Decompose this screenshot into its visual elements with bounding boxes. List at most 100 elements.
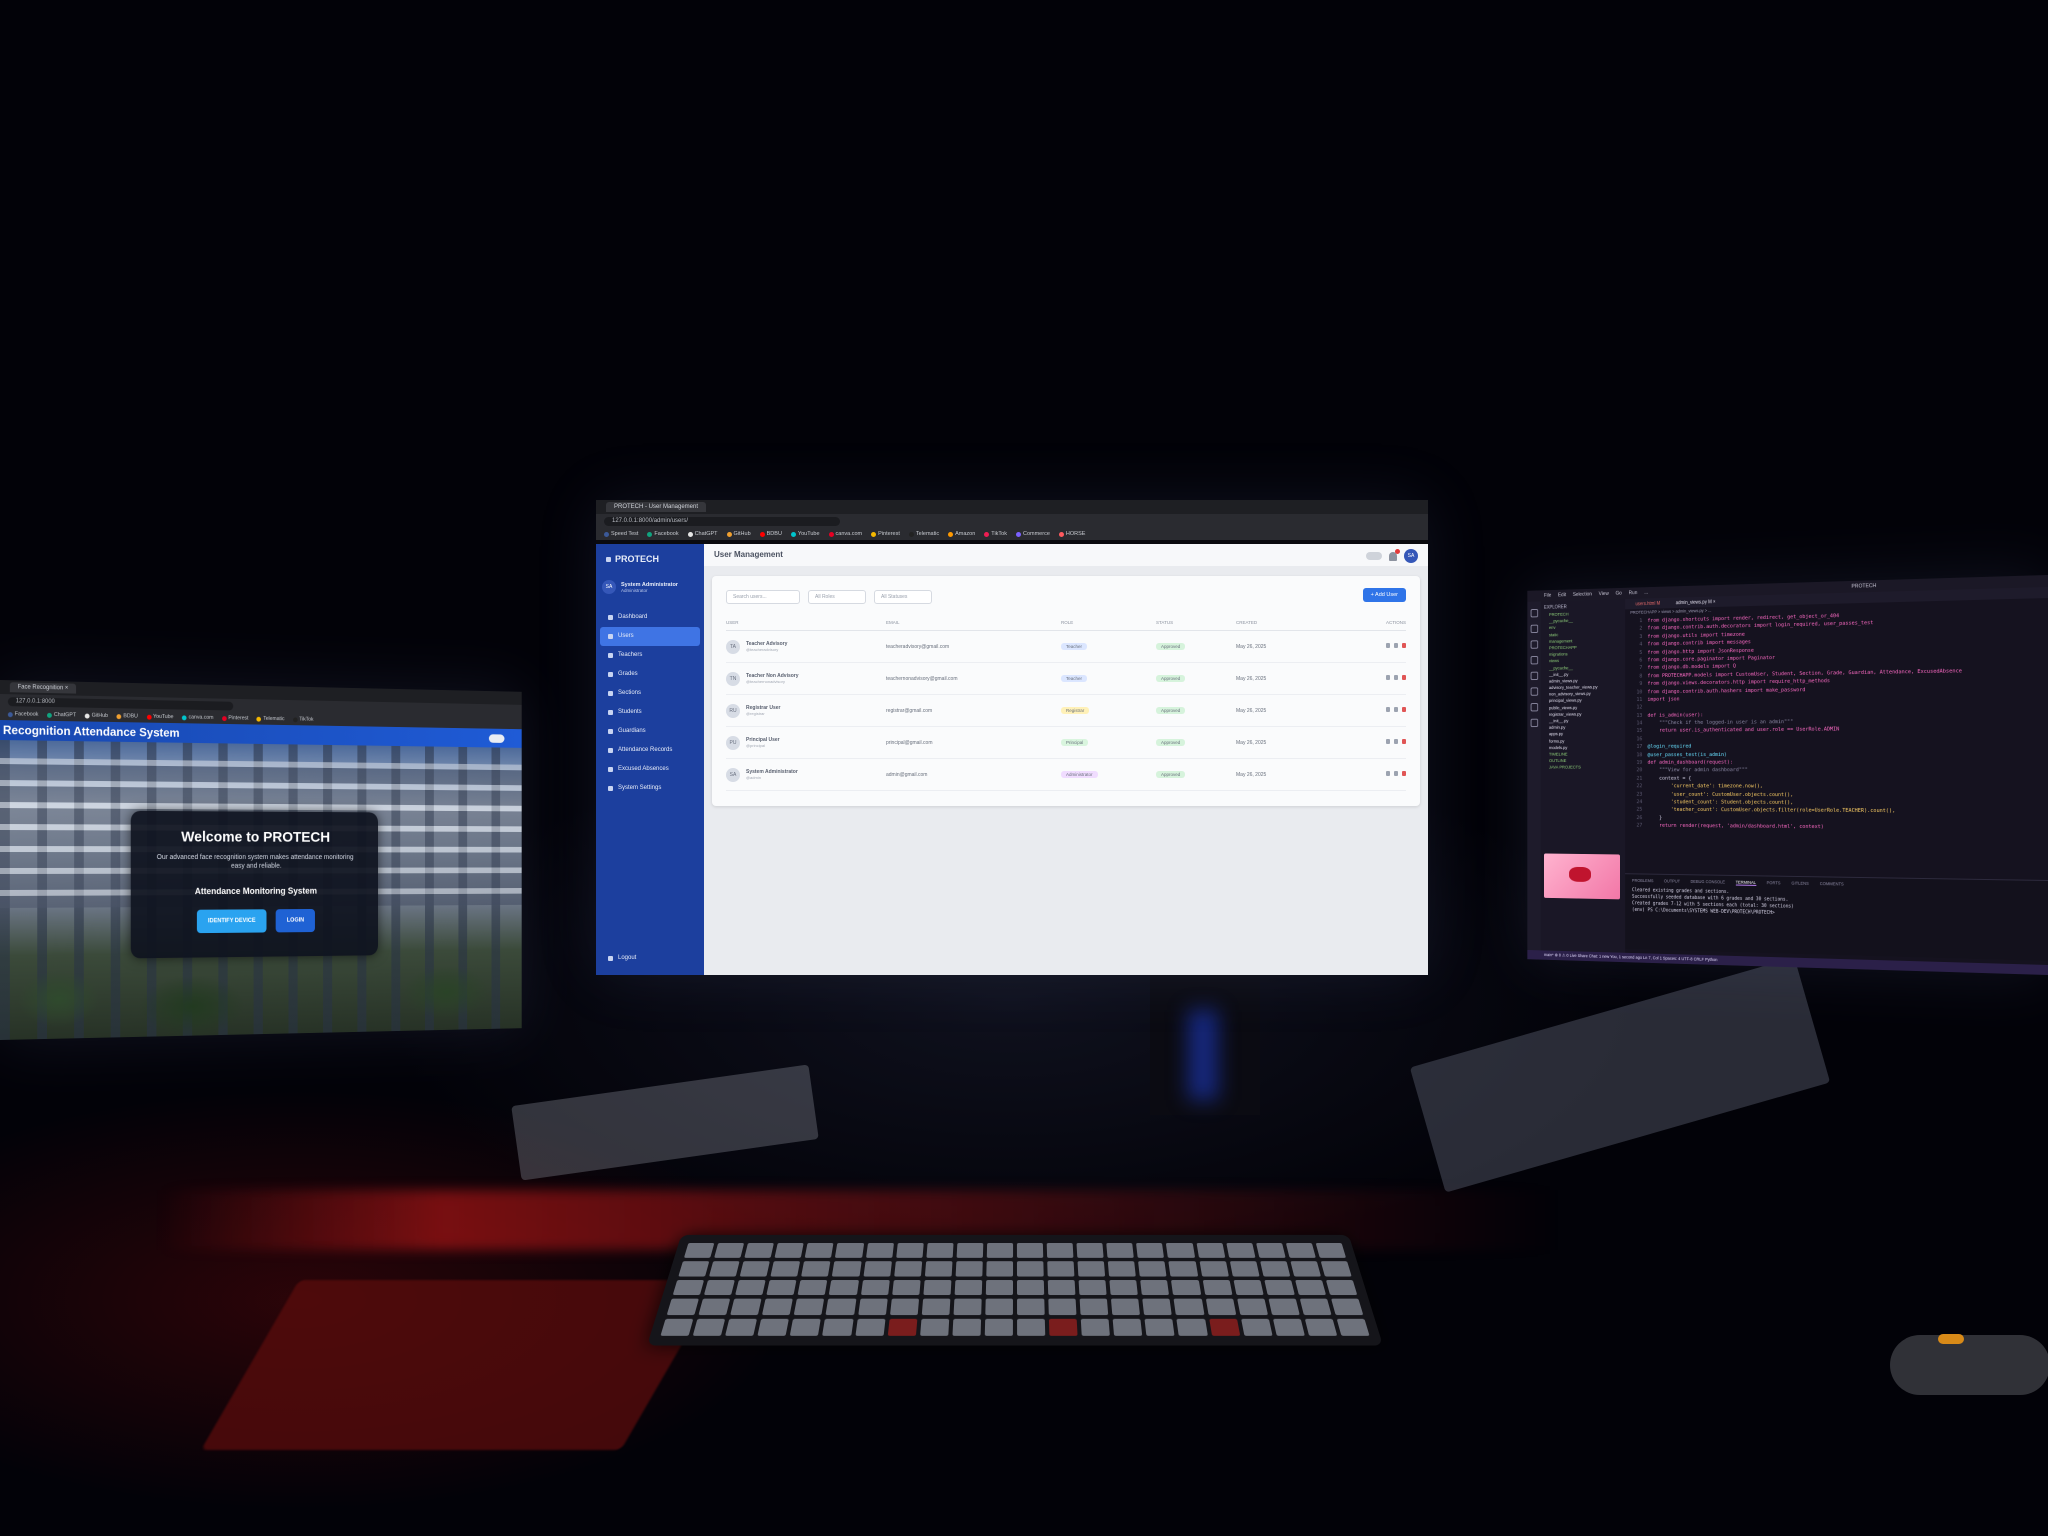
- status-filter-select[interactable]: All Statuses: [874, 590, 932, 604]
- sidebar-item-attendance-records[interactable]: Attendance Records: [596, 741, 704, 760]
- table-row[interactable]: RU Registrar User @registrar registrar@gmai…: [726, 695, 1406, 727]
- menu-item-0[interactable]: File: [1544, 593, 1551, 599]
- topbar-avatar[interactable]: SA: [1404, 549, 1418, 563]
- user-username: @admin: [746, 775, 761, 780]
- panel-tab-output[interactable]: OUTPUT: [1664, 879, 1680, 885]
- bookmark-item[interactable]: YouTube: [146, 714, 174, 720]
- sidebar-item-students[interactable]: Students: [596, 703, 704, 722]
- notification-bell-icon[interactable]: [1389, 548, 1400, 561]
- edit-icon[interactable]: [1394, 675, 1398, 680]
- bookmark-item[interactable]: canva.com: [181, 714, 213, 721]
- panel-tab-debug-console[interactable]: DEBUG CONSOLE: [1690, 879, 1725, 885]
- edit-icon[interactable]: [1394, 707, 1398, 712]
- files-icon[interactable]: [1530, 608, 1538, 618]
- bookmark-item[interactable]: Facebook: [7, 711, 38, 718]
- menu-item-3[interactable]: View: [1599, 591, 1609, 597]
- source-control-icon[interactable]: [1530, 640, 1538, 649]
- bookmark-item[interactable]: Facebook: [647, 531, 679, 537]
- line-number: 22: [1636, 783, 1643, 790]
- left-browser-tab[interactable]: Face Recognition ×: [9, 682, 76, 694]
- sidebar-item-system-settings[interactable]: System Settings: [596, 779, 704, 798]
- editor-tab[interactable]: users.html M: [1630, 600, 1665, 607]
- sidebar-item-teachers[interactable]: Teachers: [596, 646, 704, 665]
- menu-item-4[interactable]: Go: [1616, 591, 1622, 597]
- edit-icon[interactable]: [1394, 643, 1398, 648]
- remote-icon[interactable]: [1530, 687, 1538, 696]
- edit-icon[interactable]: [1394, 771, 1398, 776]
- sidebar-item-excused-absences[interactable]: Excused Absences: [596, 760, 704, 779]
- bookmark-item[interactable]: Pinterest: [221, 715, 248, 721]
- gitlens-icon[interactable]: [1530, 718, 1538, 728]
- identify-device-button[interactable]: IDENTIFY DEVICE: [196, 909, 267, 934]
- bookmark-item[interactable]: canva.com: [828, 531, 862, 537]
- bookmark-item[interactable]: HORSE: [1058, 531, 1085, 537]
- bookmark-item[interactable]: GitHub: [726, 531, 751, 537]
- delete-icon[interactable]: [1402, 771, 1406, 776]
- bookmark-item[interactable]: BDBU: [116, 713, 138, 719]
- center-browser-tab[interactable]: PROTECH - User Management: [606, 502, 707, 512]
- theme-toggle[interactable]: [488, 733, 505, 743]
- panel-tab-problems[interactable]: PROBLEMS: [1632, 878, 1654, 884]
- sidebar-item-sections[interactable]: Sections: [596, 684, 704, 703]
- table-row[interactable]: SA System Administrator @admin admin@gmail.…: [726, 759, 1406, 791]
- sidebar-item-dashboard[interactable]: Dashboard: [596, 608, 704, 627]
- bookmark-item[interactable]: Speed Test: [604, 531, 638, 537]
- sidebar-item-grades[interactable]: Grades: [596, 665, 704, 684]
- logout-link[interactable]: Logout: [608, 955, 636, 961]
- testing-icon[interactable]: [1530, 703, 1538, 712]
- search-icon[interactable]: [1530, 624, 1538, 634]
- bookmark-item[interactable]: Telematic: [908, 531, 939, 537]
- delete-icon[interactable]: [1402, 707, 1406, 712]
- run-debug-icon[interactable]: [1530, 655, 1538, 665]
- table-row[interactable]: PU Principal User @principal principal@gmai…: [726, 727, 1406, 759]
- delete-icon[interactable]: [1402, 675, 1406, 680]
- menu-item-1[interactable]: Edit: [1558, 592, 1566, 598]
- sidebar-item-icon: [608, 634, 613, 639]
- bookmark-item[interactable]: Pinterest: [871, 531, 900, 537]
- view-icon[interactable]: [1386, 739, 1390, 744]
- edit-icon[interactable]: [1394, 739, 1398, 744]
- sidebar-item-guardians[interactable]: Guardians: [596, 722, 704, 741]
- bookmark-item[interactable]: Commerce: [1015, 531, 1050, 537]
- editor-tab[interactable]: admin_views.py M ×: [1671, 599, 1721, 606]
- sidebar-item-users[interactable]: Users: [600, 627, 700, 646]
- keyboard-key: [1229, 1261, 1260, 1277]
- code-area[interactable]: 1 from django.shortcuts import render, re…: [1625, 607, 2048, 877]
- line-number: 17: [1636, 744, 1643, 750]
- role-filter-select[interactable]: All Roles: [808, 590, 866, 604]
- delete-icon[interactable]: [1402, 643, 1406, 648]
- bookmark-item[interactable]: GitHub: [84, 713, 108, 719]
- menu-item-5[interactable]: Run: [1629, 590, 1638, 596]
- bookmark-item[interactable]: Amazon: [948, 531, 975, 537]
- login-button[interactable]: LOGIN: [275, 908, 316, 933]
- dark-mode-toggle[interactable]: [1366, 552, 1382, 560]
- view-icon[interactable]: [1386, 771, 1390, 776]
- panel-tab-ports[interactable]: PORTS: [1767, 880, 1781, 886]
- panel-tab-comments[interactable]: COMMENTS: [1820, 881, 1844, 887]
- keyboard-key: [1109, 1279, 1139, 1296]
- menu-item-6[interactable]: ...: [1644, 590, 1648, 596]
- bookmark-item[interactable]: BDBU: [759, 531, 782, 537]
- view-icon[interactable]: [1386, 675, 1390, 680]
- bookmark-item[interactable]: ChatGPT: [687, 531, 718, 537]
- view-icon[interactable]: [1386, 643, 1390, 648]
- panel-tab-gitlens[interactable]: GITLENS: [1791, 881, 1808, 887]
- bookmark-item[interactable]: ChatGPT: [47, 712, 76, 718]
- center-address-bar[interactable]: 127.0.0.1:8000/admin/users/: [604, 516, 840, 526]
- tree-item[interactable]: JAVA PROJECTS: [1541, 765, 1625, 772]
- table-row[interactable]: TA Teacher Advisory @teacheradvisory teache…: [726, 631, 1406, 663]
- extensions-icon[interactable]: [1530, 671, 1538, 681]
- bookmark-item[interactable]: TikTok: [292, 716, 313, 723]
- view-icon[interactable]: [1386, 707, 1390, 712]
- keyboard-key: [1047, 1279, 1076, 1296]
- search-input[interactable]: Search users...: [726, 590, 800, 604]
- panel-tab-terminal[interactable]: TERMINAL: [1735, 879, 1756, 886]
- bookmark-item[interactable]: YouTube: [790, 531, 820, 537]
- bookmark-item[interactable]: Telematic: [256, 716, 285, 722]
- add-user-button[interactable]: + Add User: [1362, 588, 1406, 602]
- menu-item-2[interactable]: Selection: [1573, 592, 1592, 598]
- bookmark-item[interactable]: TikTok: [984, 531, 1007, 537]
- table-row[interactable]: TN Teacher Non Advisory @teachernonadvisor…: [726, 663, 1406, 695]
- delete-icon[interactable]: [1402, 739, 1406, 744]
- keyboard-key: [683, 1242, 715, 1258]
